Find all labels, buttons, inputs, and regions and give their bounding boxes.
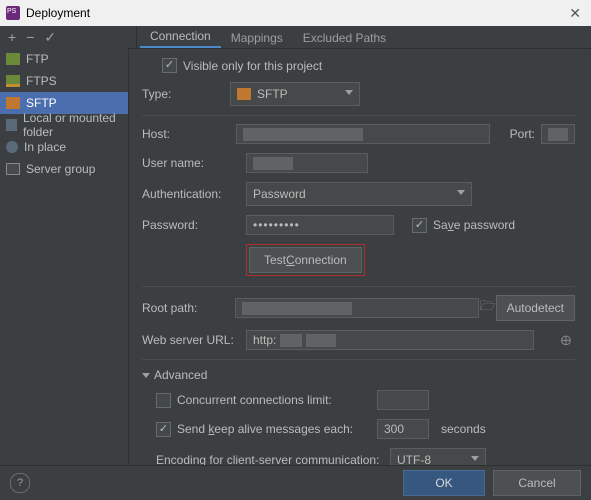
chevron-down-icon: [471, 456, 479, 461]
auth-combo[interactable]: Password: [246, 182, 472, 206]
advanced-section-header[interactable]: Advanced: [142, 368, 575, 382]
concurrent-checkbox[interactable]: [156, 393, 171, 408]
sidebar: FTP FTPS SFTP Local or mounted folder In…: [0, 48, 129, 466]
help-button[interactable]: ?: [10, 473, 30, 493]
root-path-input[interactable]: [235, 298, 479, 318]
tab-mappings[interactable]: Mappings: [221, 27, 293, 48]
sidebar-item-servergroup[interactable]: Server group: [0, 158, 128, 180]
keepalive-checkbox[interactable]: [156, 422, 171, 437]
sidebar-item-ftp[interactable]: FTP: [0, 48, 128, 70]
type-combo[interactable]: SFTP: [230, 82, 360, 106]
visible-only-checkbox[interactable]: [162, 58, 177, 73]
sftp-icon: [6, 97, 20, 109]
password-input[interactable]: •••••••••: [246, 215, 394, 235]
concurrent-label: Concurrent connections limit:: [177, 393, 377, 407]
cancel-button[interactable]: Cancel: [493, 470, 581, 496]
save-password-label: Save password: [433, 218, 515, 232]
tab-bar: Connection Mappings Excluded Paths: [128, 26, 591, 49]
inplace-icon: [6, 141, 18, 153]
keepalive-label: Send keep alive messages each:: [177, 422, 377, 436]
titlebar: Deployment ✕: [0, 0, 591, 26]
host-label: Host:: [142, 127, 236, 141]
close-icon[interactable]: ✕: [565, 5, 585, 22]
ok-button[interactable]: OK: [403, 470, 485, 496]
add-icon[interactable]: +: [8, 29, 16, 45]
port-label: Port:: [510, 127, 535, 141]
sidebar-item-label: FTPS: [26, 74, 57, 88]
username-input[interactable]: [246, 153, 368, 173]
sidebar-item-inplace[interactable]: In place: [0, 136, 128, 158]
web-url-label: Web server URL:: [142, 333, 246, 347]
open-browser-icon[interactable]: 🜨: [557, 331, 575, 349]
window-title: Deployment: [26, 6, 90, 20]
type-label: Type:: [142, 87, 230, 101]
check-icon[interactable]: ✓: [44, 29, 56, 46]
root-path-label: Root path:: [142, 301, 235, 315]
advanced-label: Advanced: [154, 368, 207, 382]
browse-folder-icon[interactable]: 🗁: [479, 299, 495, 317]
group-icon: [6, 163, 20, 175]
remove-icon[interactable]: −: [26, 29, 34, 45]
app-icon: [6, 6, 20, 20]
chevron-down-icon: [142, 373, 150, 378]
seconds-label: seconds: [441, 422, 486, 436]
concurrent-input[interactable]: [377, 390, 429, 410]
sidebar-item-label: Local or mounted folder: [23, 111, 122, 139]
ftps-icon: [6, 75, 20, 87]
type-value: SFTP: [257, 87, 288, 101]
autodetect-button[interactable]: Autodetect: [496, 295, 575, 321]
encoding-combo[interactable]: UTF-8: [390, 448, 486, 466]
auth-value: Password: [253, 187, 306, 201]
folder-icon: [6, 119, 17, 131]
save-password-checkbox[interactable]: [412, 218, 427, 233]
footer: ? OK Cancel: [0, 465, 591, 500]
chevron-down-icon: [457, 190, 465, 195]
host-input[interactable]: [236, 124, 490, 144]
content-panel: Visible only for this project Type: SFTP…: [128, 48, 591, 466]
chevron-down-icon: [345, 90, 353, 95]
visible-only-label: Visible only for this project: [183, 59, 322, 73]
tab-connection[interactable]: Connection: [140, 25, 221, 48]
keepalive-input[interactable]: [377, 419, 429, 439]
test-connection-highlight: Test Connection: [246, 244, 365, 276]
sidebar-item-label: In place: [24, 140, 66, 154]
auth-label: Authentication:: [142, 187, 246, 201]
test-connection-button[interactable]: Test Connection: [249, 247, 362, 273]
sidebar-item-label: FTP: [26, 52, 49, 66]
ftp-icon: [6, 53, 20, 65]
sidebar-item-label: SFTP: [26, 96, 57, 110]
sftp-icon: [237, 88, 251, 100]
sidebar-item-ftps[interactable]: FTPS: [0, 70, 128, 92]
sidebar-item-local[interactable]: Local or mounted folder: [0, 114, 128, 136]
tab-excluded-paths[interactable]: Excluded Paths: [293, 27, 396, 48]
sidebar-item-label: Server group: [26, 162, 95, 176]
web-url-input[interactable]: http:: [246, 330, 534, 350]
side-toolbar: + − ✓: [0, 26, 137, 49]
port-input[interactable]: [541, 124, 575, 144]
username-label: User name:: [142, 156, 246, 170]
password-label: Password:: [142, 218, 246, 232]
